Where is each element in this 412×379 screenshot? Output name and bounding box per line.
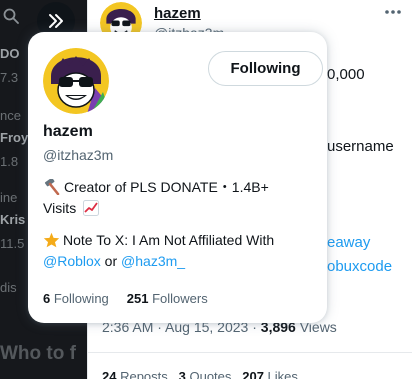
- tweet-text-fragment: 0,000: [327, 66, 365, 83]
- sidebar-fragment: 7.3: [0, 70, 19, 85]
- more-options-icon[interactable]: [383, 6, 403, 18]
- chart-increasing-icon: [83, 200, 100, 216]
- who-to-follow-heading: Who to f: [0, 343, 76, 364]
- sidebar-fragment: Froy: [0, 130, 29, 145]
- following-label: Following: [53, 291, 109, 306]
- followers-count: 251: [126, 291, 149, 306]
- hammer-icon: [44, 179, 60, 195]
- profile-avatar[interactable]: [43, 48, 109, 114]
- sidebar-fragment: DO: [0, 46, 20, 61]
- tweet-text-fragment: username: [327, 138, 394, 155]
- bio-line-3: Note To X: I Am Not Affiliated With: [63, 232, 275, 248]
- likes-count[interactable]: 207: [242, 369, 264, 379]
- profile-stats: 6 Following 251 Followers: [43, 291, 208, 306]
- bio-line-2: Visits: [43, 200, 77, 216]
- bio-or-text: or: [100, 253, 122, 269]
- likes-label[interactable]: Likes: [264, 369, 298, 379]
- bio-line-1: Creator of PLS DONATE・1.4B+: [64, 179, 269, 195]
- following-stat[interactable]: 6 Following: [43, 291, 109, 306]
- mention-link-roblox[interactable]: @Roblox: [43, 253, 101, 269]
- sidebar-fragment: Kris: [0, 212, 26, 227]
- followers-label: Followers: [152, 291, 208, 306]
- following-button[interactable]: Following: [208, 51, 323, 86]
- sidebar-fragment: ine: [0, 190, 18, 205]
- tweet-link-fragment[interactable]: obuxcode: [327, 258, 392, 275]
- profile-handle[interactable]: @itzhaz3m: [43, 147, 113, 163]
- tweet-link-fragment[interactable]: eaway: [327, 234, 370, 251]
- followers-stat[interactable]: 251 Followers: [127, 291, 208, 306]
- quotes-label[interactable]: Quotes: [186, 369, 231, 379]
- reposts-count[interactable]: 24: [102, 369, 116, 379]
- profile-bio: Creator of PLS DONATE・1.4B+ Visits Note …: [43, 177, 313, 272]
- sidebar-fragment: 11.5: [0, 236, 25, 251]
- profile-hover-card: Following hazem @itzhaz3m Creator of PLS…: [28, 32, 327, 323]
- search-icon[interactable]: [3, 8, 19, 24]
- following-count: 6: [43, 291, 51, 306]
- sidebar-fragment: nce: [0, 108, 21, 123]
- double-chevron-right-icon: [49, 14, 63, 28]
- tweet-author-name[interactable]: hazem: [154, 5, 201, 22]
- mention-link-haz3m[interactable]: @haz3m_: [121, 253, 185, 269]
- reposts-label[interactable]: Reposts: [116, 369, 168, 379]
- sidebar-fragment: 1.8: [0, 154, 19, 169]
- profile-name[interactable]: hazem: [43, 123, 93, 141]
- star-icon: [43, 232, 60, 248]
- quotes-count[interactable]: 3: [179, 369, 186, 379]
- tweet-engagement-row: 24 Reposts 3 Quotes 207 Likes: [102, 369, 298, 379]
- tweet-divider: [88, 352, 412, 353]
- sidebar-fragment: dis: [0, 280, 17, 295]
